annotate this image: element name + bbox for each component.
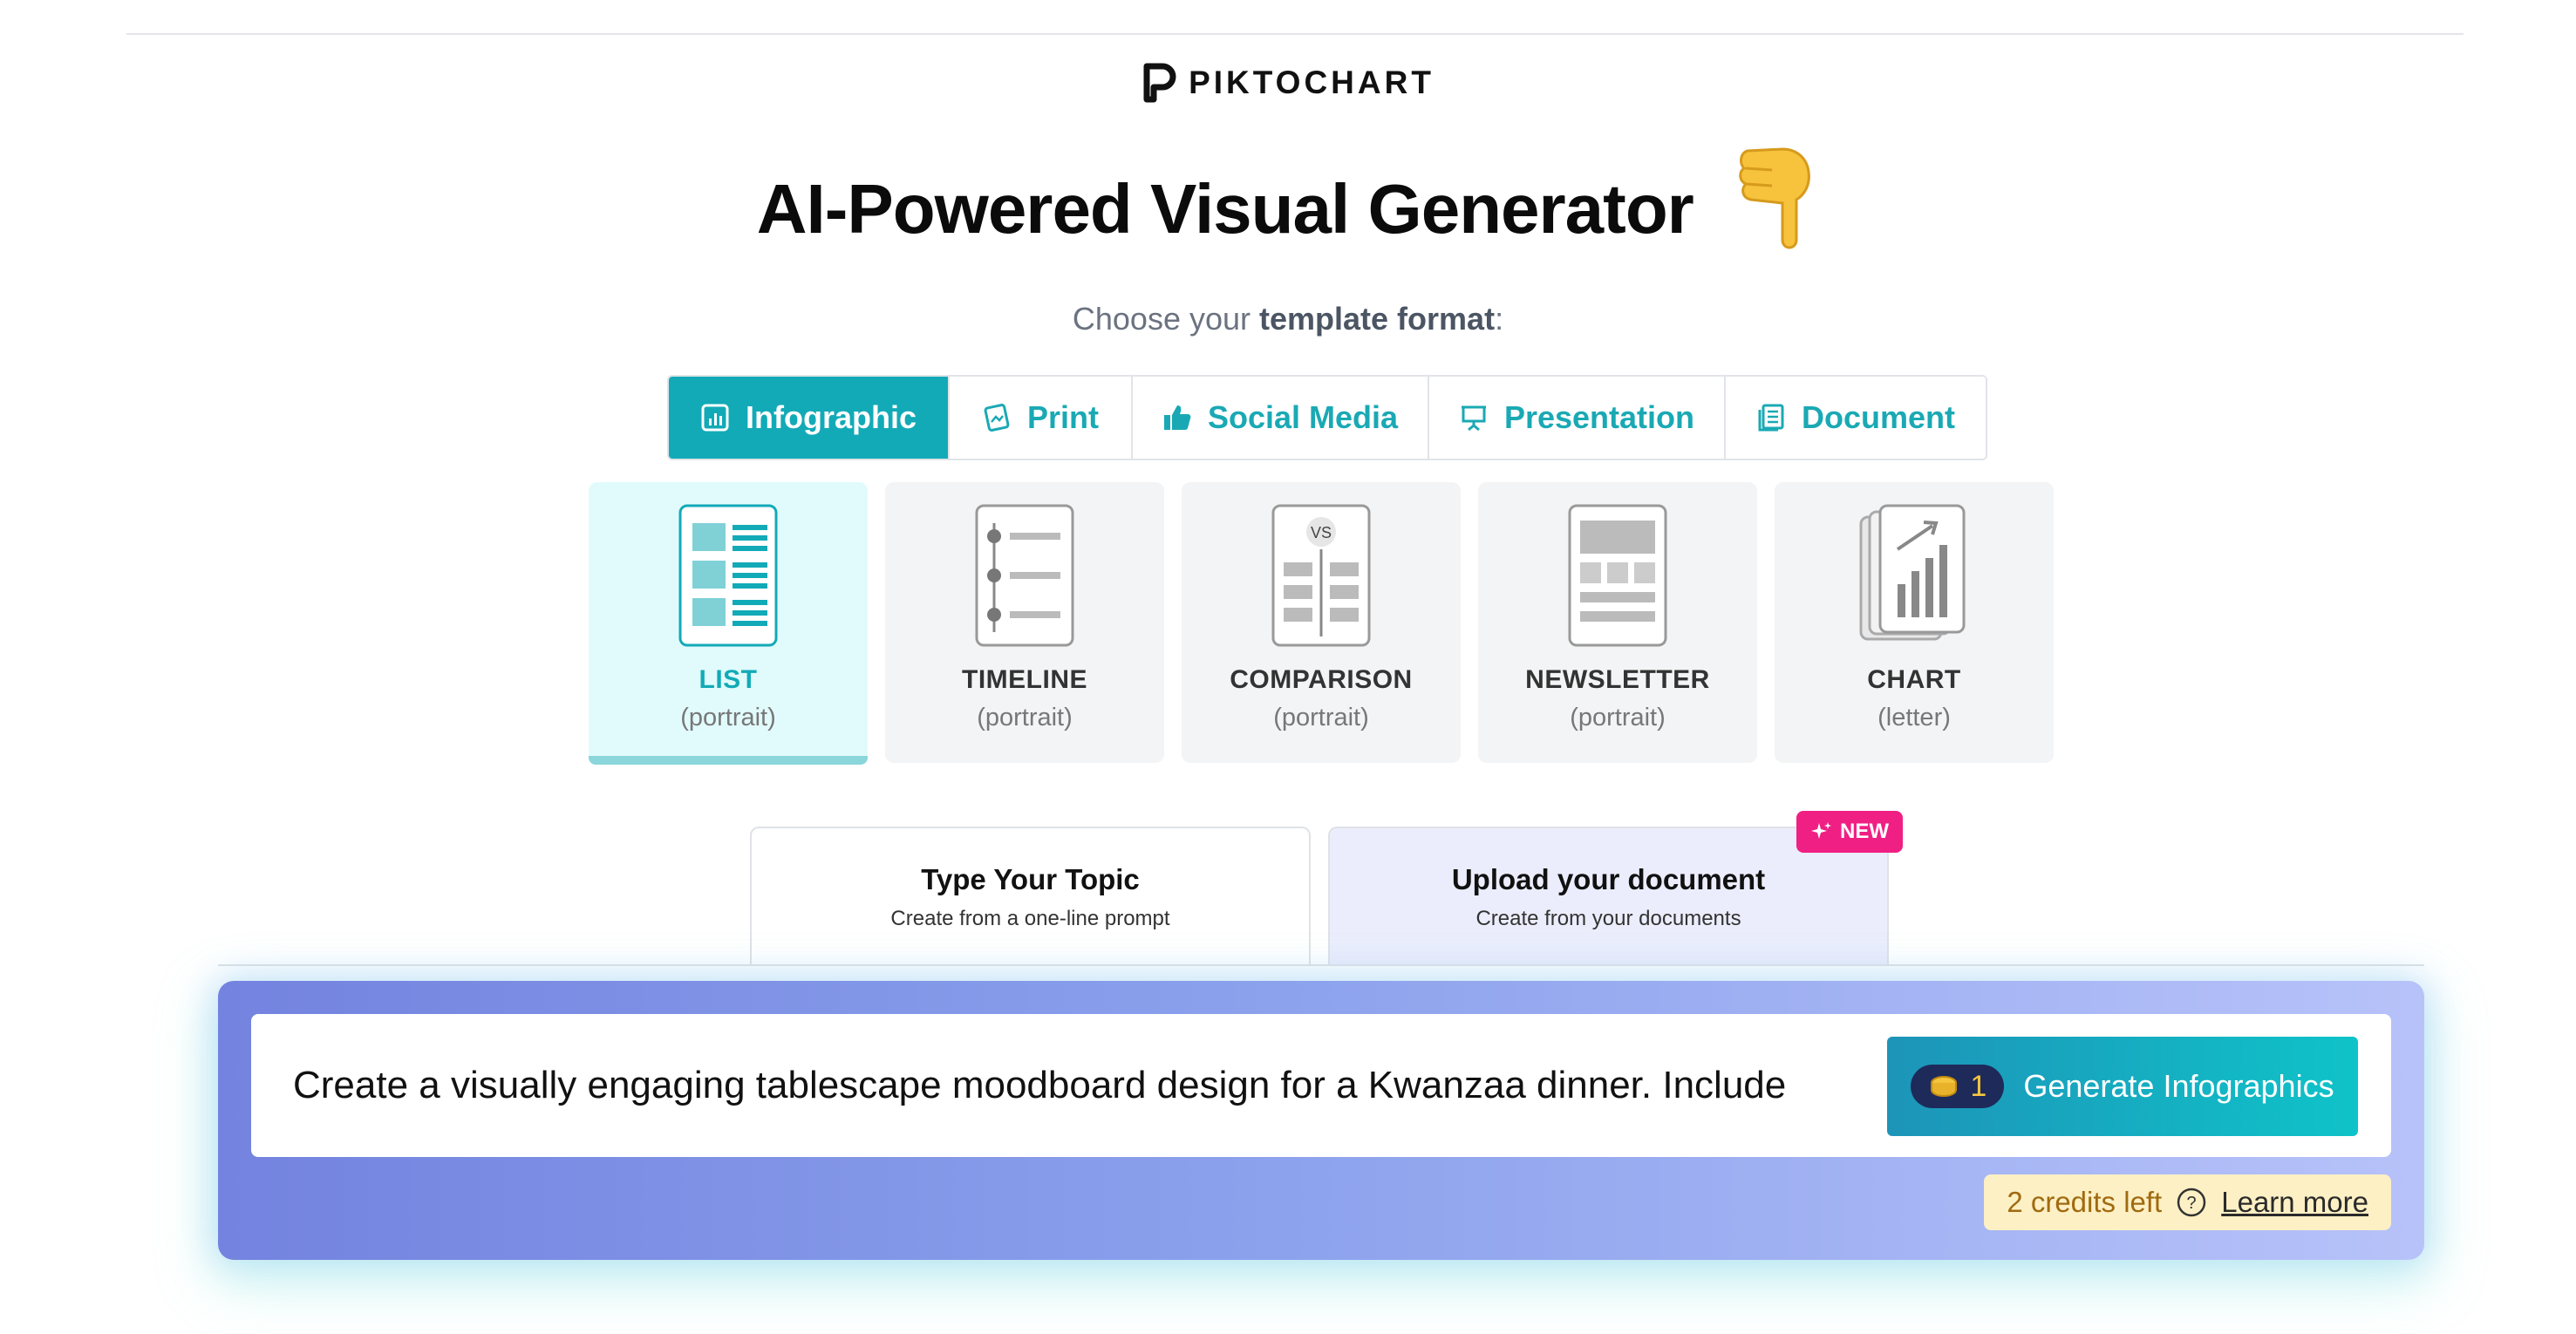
- piktochart-logo-icon: [1143, 63, 1176, 103]
- tab-upload-document[interactable]: Upload your document Create from your do…: [1328, 811, 1903, 966]
- card-title: COMPARISON: [1230, 665, 1413, 694]
- credit-cost-pill: 1: [1911, 1065, 2005, 1108]
- presentation-icon: [1461, 405, 1486, 432]
- tab-label: Presentation: [1503, 399, 1695, 435]
- hero: AI-Powered Visual Generator: [0, 147, 2576, 266]
- tab-label: Infographic: [746, 399, 917, 435]
- svg-text:?: ?: [2187, 1194, 2197, 1213]
- input-source-tabs: Type Your Topic Create from a one-line p…: [750, 811, 1903, 966]
- chart-icon: [701, 404, 729, 432]
- card-title: LIST: [699, 665, 758, 694]
- tab-infographic[interactable]: Infographic: [669, 377, 948, 459]
- newsletter-template-icon: [1568, 504, 1667, 647]
- tab-label: Social Media: [1207, 399, 1399, 435]
- template-card-comparison[interactable]: VS COMPARISON (portrait): [1182, 482, 1461, 763]
- card-subtitle: (portrait): [680, 704, 776, 732]
- card-subtitle: (portrait): [1570, 704, 1666, 732]
- generate-infographics-button[interactable]: 1 Generate Infographics: [1887, 1037, 2358, 1136]
- question-icon[interactable]: ?: [2176, 1187, 2207, 1218]
- card-subtitle: (portrait): [977, 704, 1073, 732]
- sparkle-icon: [1811, 822, 1831, 839]
- template-cards: LIST (portrait) TIMELINE (portrait) VS C…: [589, 482, 2054, 765]
- chart-template-icon: [1859, 504, 1966, 641]
- new-badge: NEW: [1796, 811, 1903, 853]
- card-title: CHART: [1867, 665, 1961, 694]
- tab-divider: [218, 964, 2424, 966]
- tab-print[interactable]: Print: [948, 377, 1131, 459]
- prompt-panel: Create a visually engaging tablescape mo…: [218, 981, 2424, 1260]
- piktochart-logo[interactable]: PIKTOCHART: [0, 63, 2576, 103]
- svg-text:VS: VS: [1311, 524, 1332, 541]
- brand-name: PIKTOCHART: [1189, 65, 1435, 100]
- template-card-timeline[interactable]: TIMELINE (portrait): [885, 482, 1164, 763]
- template-card-newsletter[interactable]: NEWSLETTER (portrait): [1478, 482, 1757, 763]
- template-card-chart[interactable]: CHART (letter): [1775, 482, 2054, 763]
- page-title: AI-Powered Visual Generator: [756, 170, 1694, 248]
- tab-document[interactable]: Document: [1724, 377, 1986, 459]
- format-instruction: Choose your template format:: [1072, 301, 1504, 337]
- tab-social-media[interactable]: Social Media: [1131, 377, 1428, 459]
- coin-icon: [1931, 1076, 1958, 1098]
- tab-label: Document: [1801, 399, 1955, 435]
- tab-title: Type Your Topic: [921, 863, 1140, 895]
- document-icon: [1758, 404, 1784, 432]
- pointing-down-hand-icon: [1739, 147, 1811, 249]
- prompt-input-box[interactable]: Create a visually engaging tablescape mo…: [251, 1014, 2391, 1157]
- card-subtitle: (letter): [1877, 704, 1951, 732]
- credit-cost: 1: [1970, 1069, 1987, 1103]
- card-title: NEWSLETTER: [1525, 665, 1710, 694]
- format-tabs: Infographic Print Social Media Presentat…: [667, 375, 1987, 460]
- timeline-template-icon: [975, 504, 1074, 647]
- tab-title: Upload your document: [1451, 863, 1766, 895]
- list-template-icon: [678, 504, 778, 647]
- credits-remaining: 2 credits left: [2007, 1186, 2163, 1218]
- tab-presentation[interactable]: Presentation: [1428, 377, 1724, 459]
- template-card-list[interactable]: LIST (portrait): [589, 482, 868, 765]
- tab-type-your-topic[interactable]: Type Your Topic Create from a one-line p…: [750, 827, 1311, 966]
- thumbs-up-icon: [1163, 405, 1191, 430]
- learn-more-link[interactable]: Learn more: [2221, 1186, 2368, 1219]
- card-title: TIMELINE: [962, 665, 1087, 694]
- tab-label: Print: [1026, 399, 1099, 435]
- credits-info: 2 credits left ? Learn more: [1984, 1174, 2391, 1230]
- generate-button-label: Generate Infographics: [2023, 1068, 2334, 1104]
- comparison-template-icon: VS: [1271, 504, 1371, 647]
- prompt-input[interactable]: Create a visually engaging tablescape mo…: [293, 1064, 1863, 1107]
- tab-subtitle: Create from a one-line prompt: [890, 907, 1170, 930]
- print-icon: [984, 404, 1010, 432]
- card-subtitle: (portrait): [1273, 704, 1369, 732]
- tab-subtitle: Create from your documents: [1475, 907, 1741, 930]
- top-divider: [126, 33, 2464, 35]
